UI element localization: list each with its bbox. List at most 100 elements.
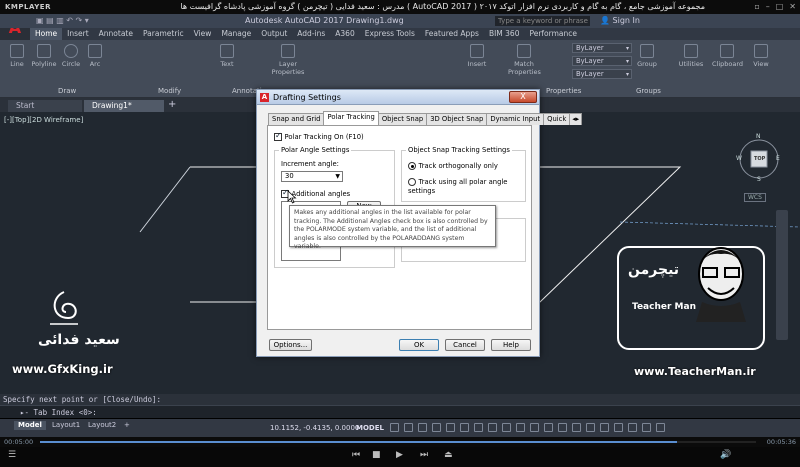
selection-cycling-icon[interactable] [516, 423, 525, 432]
units-icon[interactable] [572, 423, 581, 432]
text-tool[interactable]: Text [218, 44, 236, 68]
eject-icon[interactable]: ⏏ [444, 450, 453, 460]
new-tab-icon[interactable]: + [168, 99, 176, 110]
ribbon-tab-parametric[interactable]: Parametric [138, 28, 189, 40]
object-snap-tracking-icon[interactable] [460, 423, 469, 432]
polar-icon[interactable] [432, 423, 441, 432]
annotation-monitor-icon[interactable] [558, 423, 567, 432]
view-tool[interactable]: View [750, 44, 772, 68]
circle-tool[interactable]: Circle [60, 44, 82, 68]
next-icon[interactable]: ⏭ [420, 450, 428, 460]
track-polar-radio[interactable] [408, 177, 416, 186]
viewport-controls[interactable]: [-][Top][2D Wireframe] [4, 116, 83, 124]
command-input[interactable]: ▸- Tab Index <0>: [0, 405, 800, 418]
isolate-objects-icon[interactable] [614, 423, 623, 432]
ortho-icon[interactable] [418, 423, 427, 432]
ribbon-tab-insert[interactable]: Insert [62, 28, 94, 40]
track-ortho-radio[interactable] [408, 161, 416, 170]
clipboard-tool[interactable]: Clipboard [712, 44, 743, 68]
quick-properties-icon[interactable] [586, 423, 595, 432]
panel-label-modify[interactable]: Modify [158, 87, 181, 95]
navigation-bar[interactable] [776, 210, 788, 340]
tab-polar-tracking[interactable]: Polar Tracking [323, 111, 379, 125]
sign-in-link[interactable]: 👤 Sign In [600, 16, 640, 25]
tab-quick-properties[interactable]: Quick [543, 113, 571, 125]
minimize-icon[interactable]: – [766, 2, 770, 11]
ribbon-tab-express-tools[interactable]: Express Tools [360, 28, 420, 40]
insert-tool[interactable]: Insert [466, 44, 488, 68]
polar-tracking-on-row[interactable]: Polar Tracking On (F10) [274, 131, 364, 141]
grid-icon[interactable] [390, 423, 399, 432]
dialog-close-button[interactable]: X [509, 91, 537, 103]
layout-tab-layout2[interactable]: Layout2 [84, 421, 120, 430]
ribbon-tab-a360[interactable]: A360 [330, 28, 359, 40]
lock-ui-icon[interactable] [600, 423, 609, 432]
utilities-tool[interactable]: Utilities [676, 44, 706, 68]
model-space-toggle[interactable]: MODEL [356, 424, 384, 432]
stop-icon[interactable]: ■ [372, 450, 381, 460]
panel-label-draw[interactable]: Draw [58, 87, 76, 95]
polyline-tool[interactable]: Polyline [30, 44, 58, 68]
close-icon[interactable]: ✕ [789, 2, 796, 11]
quick-access-toolbar[interactable]: ▣ ▤ ▥ ↶ ↷ ▾ [36, 16, 89, 25]
previous-icon[interactable]: ⏮ [352, 450, 360, 460]
ribbon-tab-featured-apps[interactable]: Featured Apps [420, 28, 484, 40]
track-polar-row[interactable]: Track using all polar angle settings [408, 177, 525, 195]
group-tool[interactable]: Group [636, 44, 658, 68]
ribbon-tab-home[interactable]: Home [30, 28, 63, 40]
customization-menu-icon[interactable] [656, 423, 665, 432]
layer-combo[interactable]: ByLayer ▾ [572, 43, 632, 53]
layer-properties-tool[interactable]: Layer Properties [268, 44, 308, 76]
pin-icon[interactable]: ▫ [754, 2, 759, 11]
ribbon-tab-manage[interactable]: Manage [216, 28, 256, 40]
maximize-icon[interactable]: □ [776, 2, 784, 11]
ribbon-tab-performance[interactable]: Performance [524, 28, 582, 40]
arc-tool[interactable]: Arc [86, 44, 104, 68]
dialog-title-bar[interactable]: A Drafting Settings X [257, 90, 539, 105]
tab-scroll-arrows[interactable]: ◂▸ [569, 113, 583, 125]
match-properties-tool[interactable]: Match Properties [508, 44, 541, 76]
panel-label-groups[interactable]: Groups [636, 87, 661, 95]
ok-button[interactable]: OK [399, 339, 439, 351]
transparency-icon[interactable] [502, 423, 511, 432]
play-icon[interactable]: ▶ [396, 450, 403, 460]
line-tool[interactable]: Line [6, 44, 28, 68]
hardware-acceleration-icon[interactable] [628, 423, 637, 432]
kmplayer-logo[interactable]: KMPLAYER [0, 3, 51, 11]
ribbon-tab-bim360[interactable]: BIM 360 [484, 28, 525, 40]
lineweight-combo[interactable]: ByLayer ▾ [572, 69, 632, 79]
panel-label-properties[interactable]: Properties [546, 87, 581, 95]
ribbon-tab-view[interactable]: View [189, 28, 217, 40]
player-menu-icon[interactable]: ☰ [8, 450, 16, 460]
add-layout-icon[interactable]: + [120, 421, 134, 430]
cursor-coordinates[interactable]: 10.1152, -0.4135, 0.0000 [270, 424, 359, 432]
increment-angle-select[interactable]: 30 ▼ [281, 171, 343, 182]
options-button[interactable]: Options... [269, 339, 312, 351]
clean-screen-icon[interactable] [642, 423, 651, 432]
linetype-combo[interactable]: ByLayer ▾ [572, 56, 632, 66]
tab-object-snap[interactable]: Object Snap [377, 113, 428, 125]
polar-tracking-on-checkbox[interactable] [274, 131, 282, 141]
volume-icon[interactable]: 🔊 [720, 450, 731, 460]
workspace-gear-icon[interactable] [544, 423, 553, 432]
cancel-button[interactable]: Cancel [445, 339, 485, 351]
track-ortho-row[interactable]: Track orthogonally only [408, 161, 498, 170]
search-input[interactable]: Type a keyword or phrase [495, 16, 590, 26]
ribbon-tab-add-ins[interactable]: Add-ins [292, 28, 330, 40]
file-tab-drawing1[interactable]: Drawing1* [84, 100, 164, 112]
tab-snap-and-grid[interactable]: Snap and Grid [268, 113, 325, 125]
layout-tab-model[interactable]: Model [14, 421, 46, 430]
wcs-menu[interactable]: WCS [744, 193, 766, 202]
annotation-scale-icon[interactable] [530, 423, 539, 432]
ribbon-tab-output[interactable]: Output [256, 28, 292, 40]
isodraft-icon[interactable] [446, 423, 455, 432]
lineweight-icon[interactable] [488, 423, 497, 432]
help-button[interactable]: Help [491, 339, 531, 351]
ribbon-tab-annotate[interactable]: Annotate [94, 28, 138, 40]
tab-dynamic-input[interactable]: Dynamic Input [486, 113, 545, 125]
snap-icon[interactable] [404, 423, 413, 432]
tab-3d-object-snap[interactable]: 3D Object Snap [426, 113, 488, 125]
object-snap-icon[interactable] [474, 423, 483, 432]
layout-tab-layout1[interactable]: Layout1 [48, 421, 84, 430]
seek-bar[interactable] [40, 441, 756, 443]
